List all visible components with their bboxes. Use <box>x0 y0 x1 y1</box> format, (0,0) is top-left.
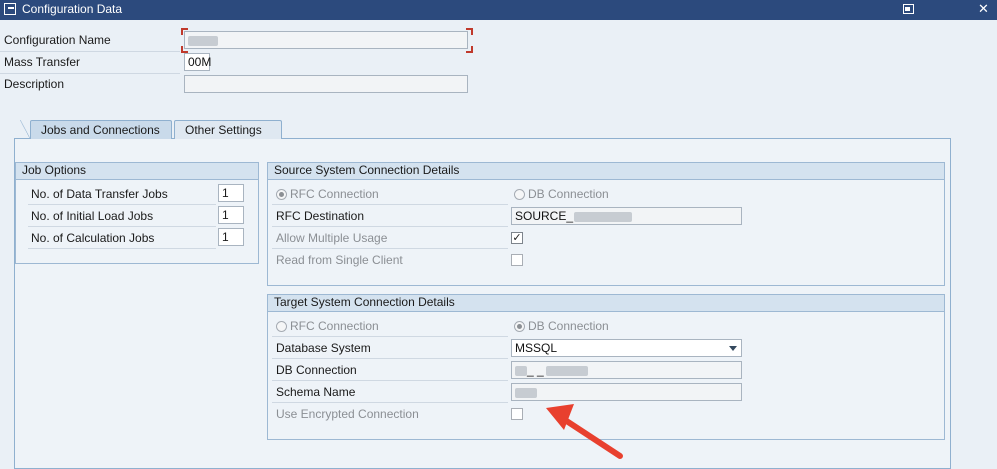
required-marker <box>466 46 473 53</box>
allow-multiple-usage-label: Allow Multiple Usage <box>276 231 388 245</box>
source-rfc-radio[interactable] <box>276 189 287 200</box>
redacted-value <box>515 387 537 398</box>
source-rfc-label: RFC Connection <box>290 187 379 201</box>
mass-transfer-label: Mass Transfer <box>4 55 81 69</box>
annotation-arrow-icon <box>546 404 623 459</box>
row-divider <box>272 226 508 227</box>
db-connection-field[interactable]: _ _ <box>511 361 742 379</box>
target-rfc-radio[interactable] <box>276 321 287 332</box>
row-divider <box>0 73 180 74</box>
row-divider <box>272 336 508 337</box>
read-single-client-checkbox[interactable] <box>511 254 523 266</box>
edit-window-icon <box>4 3 16 15</box>
redacted-value <box>515 365 527 376</box>
target-db-label: DB Connection <box>528 319 609 333</box>
rfc-destination-field[interactable]: SOURCE_ <box>511 207 742 225</box>
database-system-label: Database System <box>276 341 371 355</box>
row-divider <box>272 358 508 359</box>
source-db-label: DB Connection <box>528 187 609 201</box>
use-encrypted-connection-checkbox[interactable] <box>511 408 523 420</box>
required-marker <box>181 28 188 35</box>
description-label: Description <box>4 77 65 91</box>
configuration-name-field[interactable] <box>184 31 468 49</box>
required-marker <box>181 46 188 53</box>
allow-multiple-usage-checkbox[interactable]: ✓ <box>511 232 523 244</box>
mass-transfer-field[interactable]: 00M <box>184 53 211 71</box>
close-window-button[interactable]: ✕ <box>970 0 997 20</box>
tab-corner-decoration <box>20 120 30 139</box>
data-transfer-jobs-label: No. of Data Transfer Jobs <box>31 187 168 201</box>
db-connection-label: DB Connection <box>276 363 357 377</box>
row-divider <box>28 248 216 249</box>
window-title: Configuration Data <box>22 2 123 16</box>
chevron-down-icon[interactable] <box>729 346 737 351</box>
required-marker <box>466 28 473 35</box>
description-field[interactable] <box>184 75 468 93</box>
tab-jobs-and-connections[interactable]: Jobs and Connections <box>30 120 172 139</box>
restore-window-icon[interactable] <box>903 4 914 14</box>
row-divider <box>0 51 180 52</box>
redacted-value <box>545 365 588 376</box>
target-rfc-label: RFC Connection <box>290 319 379 333</box>
source-db-radio[interactable] <box>514 189 525 200</box>
use-encrypted-connection-label: Use Encrypted Connection <box>276 407 419 421</box>
configuration-name-label: Configuration Name <box>4 33 111 47</box>
redacted-value <box>188 35 218 46</box>
target-system-title: Target System Connection Details <box>268 295 944 312</box>
row-divider <box>28 226 216 227</box>
target-db-radio[interactable] <box>514 321 525 332</box>
row-divider <box>272 204 508 205</box>
read-single-client-label: Read from Single Client <box>276 253 403 267</box>
rfc-destination-label: RFC Destination <box>276 209 365 223</box>
row-divider <box>272 248 508 249</box>
redacted-value <box>574 211 633 222</box>
data-transfer-jobs-input[interactable]: 1 <box>218 184 244 202</box>
calculation-jobs-label: No. of Calculation Jobs <box>31 231 155 245</box>
source-system-title: Source System Connection Details <box>268 163 944 180</box>
initial-load-jobs-label: No. of Initial Load Jobs <box>31 209 154 223</box>
job-options-title: Job Options <box>16 163 258 180</box>
database-system-value: MSSQL <box>515 341 558 355</box>
database-system-select[interactable]: MSSQL <box>511 339 742 357</box>
rfc-destination-value: SOURCE_ <box>515 209 574 223</box>
row-divider <box>272 402 508 403</box>
window-titlebar: Configuration Data ✕ <box>0 0 997 20</box>
tab-other-settings[interactable]: Other Settings <box>174 120 282 139</box>
db-connection-value: _ _ <box>527 363 544 377</box>
row-divider <box>28 204 216 205</box>
row-divider <box>272 380 508 381</box>
calculation-jobs-input[interactable]: 1 <box>218 228 244 246</box>
initial-load-jobs-input[interactable]: 1 <box>218 206 244 224</box>
schema-name-label: Schema Name <box>276 385 356 399</box>
